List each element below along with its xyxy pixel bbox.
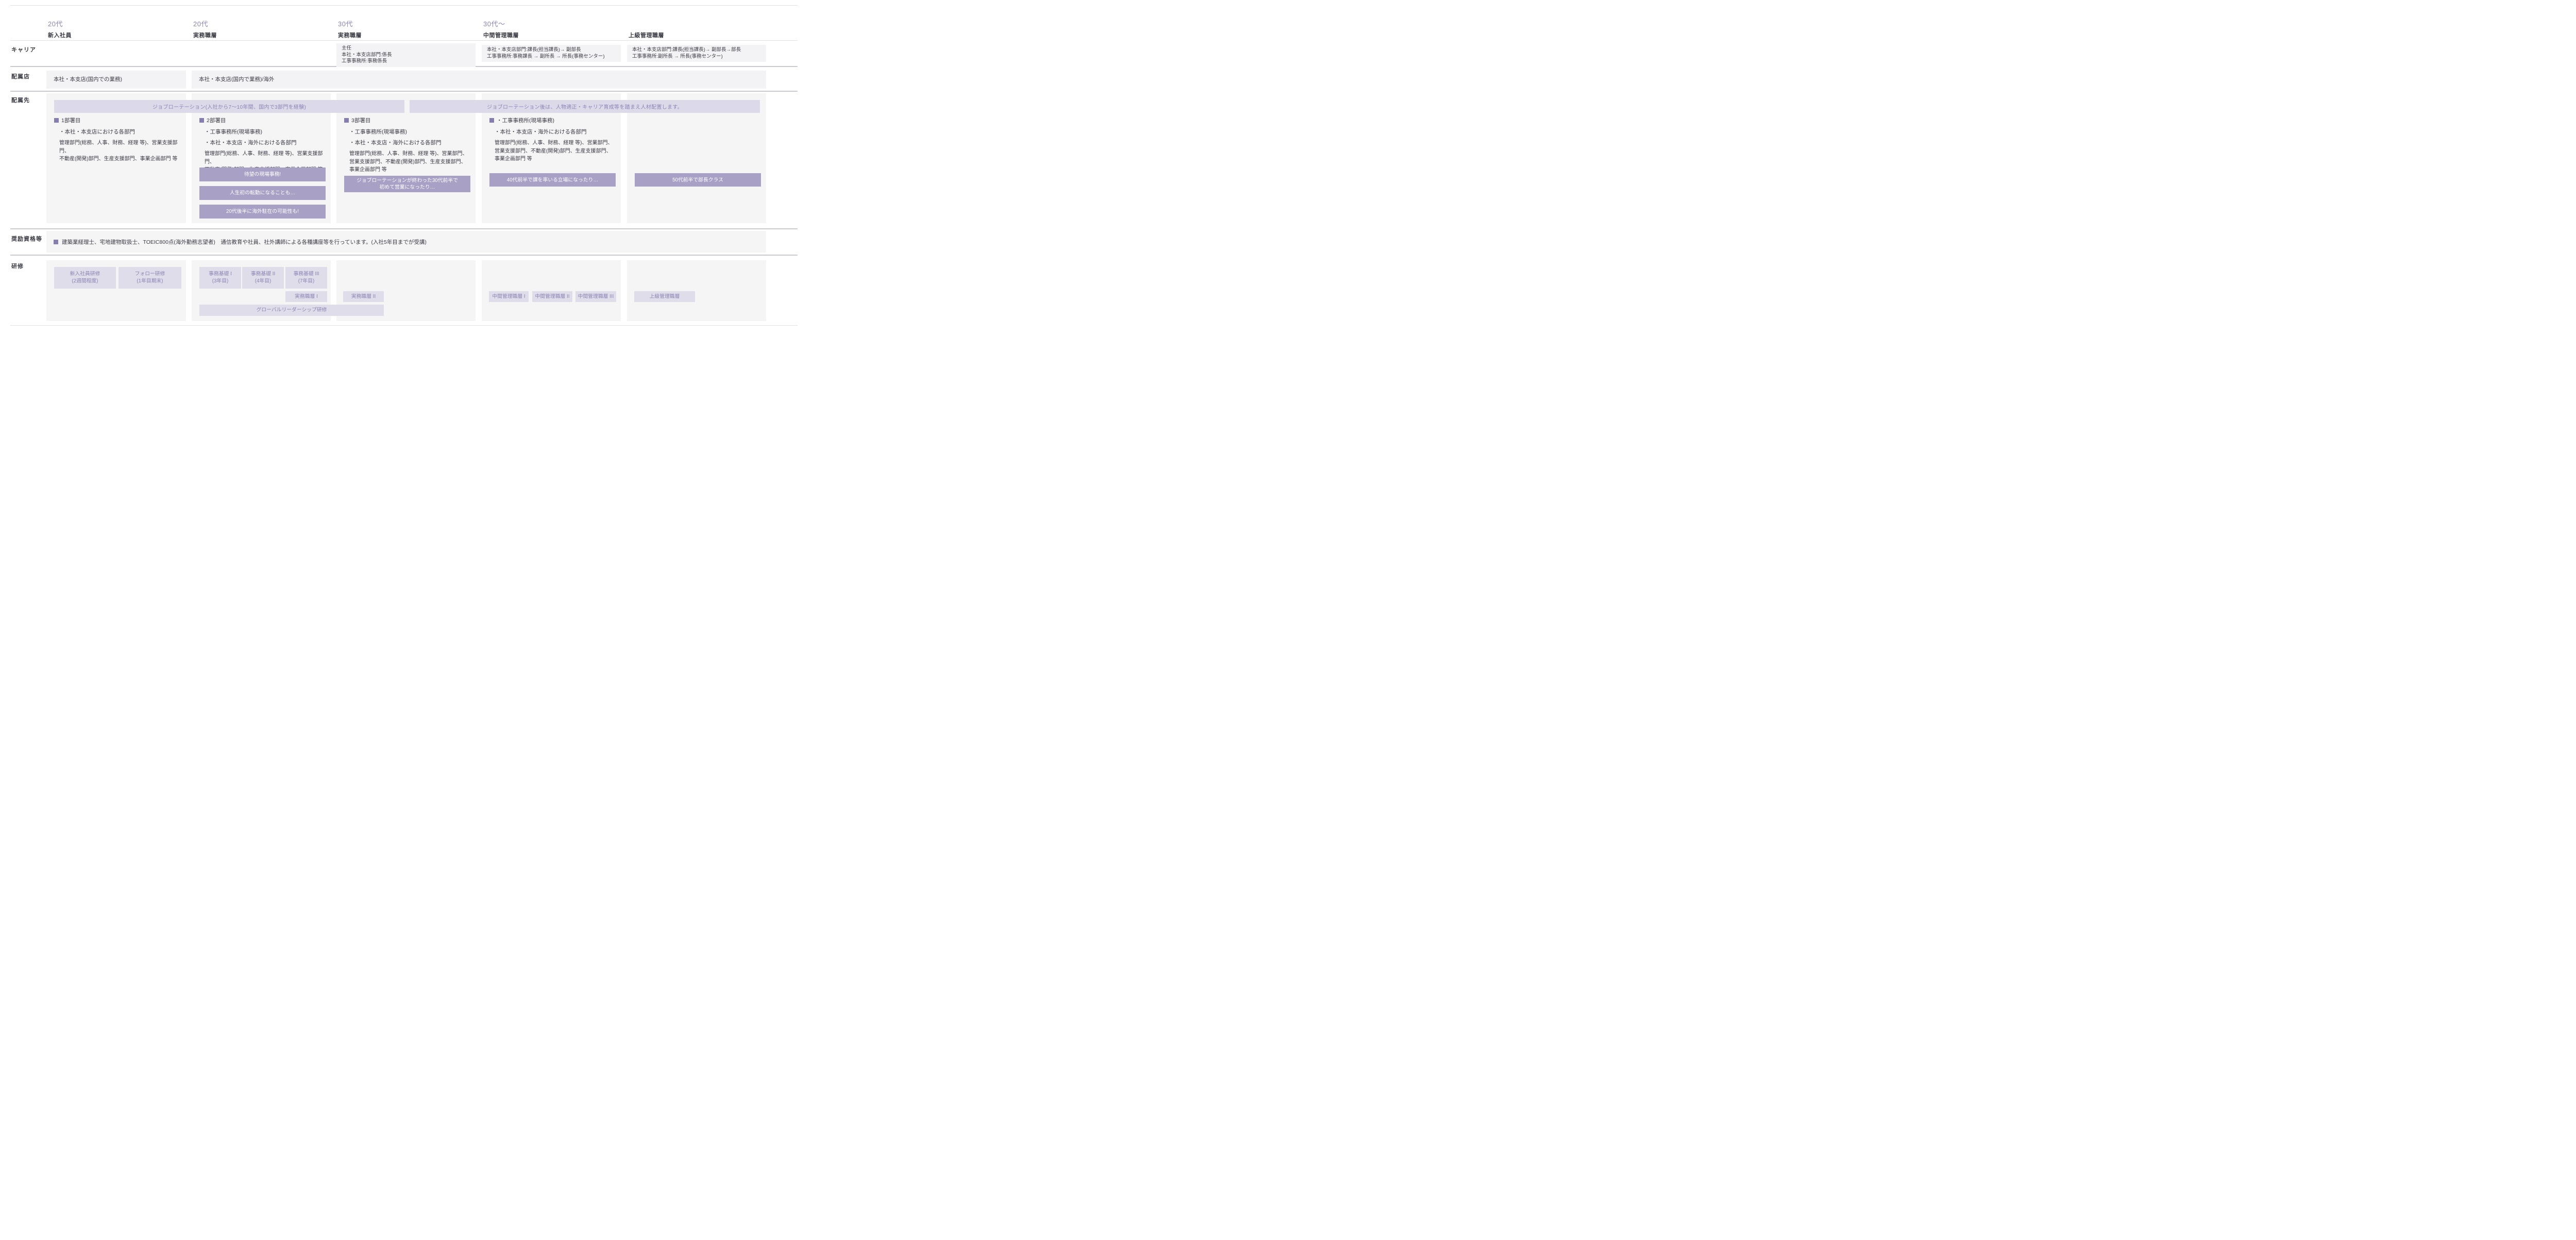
age-label: 30代 — [338, 19, 353, 28]
assignment-dept4: ・工事事務所(現場事務) ・本社・本支店・海外における各部門 管理部門(総務、人… — [489, 116, 618, 163]
training-box-middle2: 中間管理職層 II — [532, 291, 572, 302]
training-box-practical2: 実務職層 II — [343, 291, 384, 302]
divider-below-office — [10, 91, 798, 92]
training-box-basic1: 事務基礎 I (3年目) — [199, 267, 241, 289]
square-bullet-icon — [199, 118, 204, 123]
training-box-basic3: 事務基礎 III (7年目) — [285, 267, 327, 289]
qualifications-text: 建築業経理士、宅地建物取扱士、TOEIC800点(海外勤務志望者) 通信教育や社… — [62, 238, 427, 246]
dept4-title-row: ・工事事務所(現場事務) — [489, 116, 618, 124]
row-label-qualifications: 奨励資格等 — [11, 234, 42, 243]
dept4-callout: 40代前半で課を率いる立場になったり… — [489, 173, 616, 187]
assignment-dept2: 2部署目 ・工事事務所(現場事務) ・本社・本支店・海外における各部門 管理部門… — [199, 116, 328, 174]
training-panel-col4 — [482, 260, 621, 321]
divider-below-qualifications — [10, 255, 798, 256]
training-box-executive: 上級管理職層 — [634, 291, 695, 302]
dept3-callout: ジョブローテーションが終わった30代前半で 初めて営業になったり… — [344, 176, 470, 192]
career-box-executive: 本社・本支店部門:課長(担当課長)→ 副部長→部長 工事事務所:副所長 → 所長… — [627, 45, 766, 62]
dept3-title: 3部署目 — [351, 116, 370, 124]
career-box-senior: 主任 本社・本支店部門:係長 工事事務所:事務係長 — [336, 43, 476, 67]
placement-banner: ジョブローテーション後は、人物適正・キャリア育成等を踏まえ人材配置します。 — [410, 100, 760, 113]
qualifications-line: 建築業経理士、宅地建物取扱士、TOEIC800点(海外勤務志望者) 通信教育や社… — [54, 231, 427, 253]
stage-label: 中間管理職層 — [483, 31, 519, 39]
stage-label: 実務職層 — [338, 31, 362, 39]
training-box-middle3: 中間管理職層 III — [575, 291, 616, 302]
dept4-bullet2: ・本社・本支店・海外における各部門 — [489, 128, 618, 136]
dept3-bullet1: ・工事事務所(現場事務) — [344, 128, 473, 136]
divider-below-header — [10, 40, 798, 41]
office-overseas-text: 本社・本支店(国内で業務)/海外 — [192, 76, 274, 83]
divider-top — [10, 5, 798, 6]
dept1-title-row: 1部署目 — [54, 116, 183, 124]
row-label-training: 研修 — [11, 262, 24, 270]
dept4-detail: 管理部門(総務、人事、財務、経理 等)、営業部門、 営業支援部門、不動産(開発)… — [489, 139, 618, 163]
row-label-assignment: 配属先 — [11, 96, 30, 104]
row-label-office: 配属店 — [11, 72, 30, 80]
dept2-callout-1: 待望の現場事務! — [199, 167, 326, 181]
dept3-detail: 管理部門(総務、人事、財務、経理 等)、営業部門、 営業支援部門、不動産(開発)… — [344, 150, 473, 174]
training-box-follow: フォロー研修 (1年目期末) — [118, 267, 181, 289]
dept4-bullet1: ・工事事務所(現場事務) — [497, 116, 554, 124]
training-box-practical1: 実務職層 I — [285, 291, 327, 302]
assignment-dept1: 1部署目 ・本社・本支店における各部門 管理部門(総務、人事、財務、経理 等)、… — [54, 116, 183, 163]
dept2-bullet2: ・本社・本支店・海外における各部門 — [199, 139, 328, 146]
age-label: 20代 — [48, 19, 63, 28]
training-box-newcomer: 新入社員研修 (2週間程度) — [54, 267, 116, 289]
divider-below-assignment — [10, 228, 798, 229]
career-box-middle: 本社・本支店部門:課長(担当課長)→ 副部長 工事事務所:事務課長 → 副所長 … — [482, 45, 621, 62]
dept1-bullet: ・本社・本支店における各部門 — [54, 128, 183, 136]
job-rotation-banner: ジョブローテーション(入社から7〜10年間、国内で3部門を経験) — [54, 100, 404, 113]
square-bullet-icon — [54, 118, 59, 123]
career-path-diagram: 20代 新入社員 20代 実務職層 30代 実務職層 30代〜 中間管理職層 上… — [0, 0, 808, 343]
dept2-callout-2: 人生初の転勤になることも… — [199, 186, 326, 200]
row-label-career: キャリア — [11, 45, 36, 54]
stage-label: 上級管理職層 — [629, 31, 664, 39]
dept1-detail: 管理部門(総務、人事、財務、経理 等)、営業支援部門、 不動産(開発)部門、生産… — [54, 139, 183, 163]
dept2-title: 2部署目 — [207, 116, 226, 124]
dept2-title-row: 2部署目 — [199, 116, 328, 124]
age-label: 20代 — [193, 19, 208, 28]
square-bullet-icon — [489, 118, 494, 123]
dept2-bullet1: ・工事事務所(現場事務) — [199, 128, 328, 136]
training-box-basic2: 事務基礎 II (4年目) — [242, 267, 284, 289]
age-label: 30代〜 — [483, 19, 505, 28]
office-domestic-text: 本社・本支店(国内での業務) — [46, 76, 122, 83]
dept5-callout: 50代前半で部長クラス — [635, 173, 761, 187]
dept2-callout-3: 20代後半に海外駐在の可能性も! — [199, 205, 326, 219]
divider-bottom — [10, 325, 798, 326]
training-box-middle1: 中間管理職層 I — [489, 291, 529, 302]
square-bullet-icon — [54, 240, 58, 244]
office-box-overseas: 本社・本支店(国内で業務)/海外 — [192, 71, 766, 89]
training-box-global-leadership: グローバルリーダーシップ研修 — [199, 305, 384, 316]
square-bullet-icon — [344, 118, 349, 123]
stage-label: 実務職層 — [193, 31, 217, 39]
assignment-dept3: 3部署目 ・工事事務所(現場事務) ・本社・本支店・海外における各部門 管理部門… — [344, 116, 473, 174]
dept3-bullet2: ・本社・本支店・海外における各部門 — [344, 139, 473, 146]
stage-label: 新入社員 — [48, 31, 72, 39]
dept1-title: 1部署目 — [61, 116, 80, 124]
dept3-title-row: 3部署目 — [344, 116, 473, 124]
office-box-domestic: 本社・本支店(国内での業務) — [46, 71, 186, 89]
training-panel-col5 — [627, 260, 766, 321]
